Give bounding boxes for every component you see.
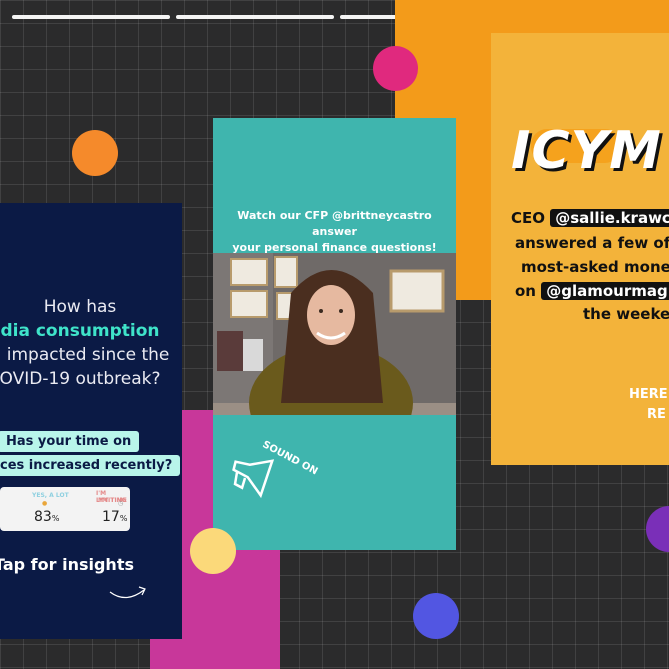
poll-value[interactable]: 17% <box>102 509 127 525</box>
megaphone-icon <box>232 459 275 499</box>
footer-text: HERE <box>629 387 668 402</box>
question-pill: Has your time on <box>0 431 140 452</box>
question-pill: ces increased recently? <box>0 455 181 476</box>
mention-tag[interactable]: @glamourmag <box>541 282 669 300</box>
poll-option-label: YES, A LOT <box>32 492 69 499</box>
story-card-icymi[interactable]: ICYM CEO @sallie.krawc answered a few of… <box>491 33 669 465</box>
yellow-dot <box>190 528 236 574</box>
headline: ICYM <box>511 121 662 181</box>
story-card-media-consumption[interactable]: How has dia consumption n impacted since… <box>0 203 182 639</box>
body-text: CEO <box>511 209 551 227</box>
poll-unit: % <box>119 514 128 523</box>
question-highlight: dia consumption <box>0 321 160 341</box>
poll-value-number: 83 <box>34 509 52 525</box>
body-line: on @glamourmag <box>515 282 669 300</box>
body-line: answered a few of <box>515 234 669 252</box>
body-text: on <box>515 282 542 300</box>
pink-dot <box>373 46 418 91</box>
video-caption: Watch our CFP @brittneycastro answer you… <box>213 208 456 256</box>
video-frame[interactable] <box>213 253 456 415</box>
mention-tag[interactable]: @sallie.krawc <box>550 209 669 227</box>
poll-unit: % <box>51 514 60 523</box>
poll-value-number: 17 <box>102 509 120 525</box>
footer-text: RE <box>647 407 666 422</box>
question-line: OVID-19 outbreak? <box>0 369 161 389</box>
sound-on-sticker: SOUND ON <box>215 424 319 513</box>
purple-dot <box>646 506 669 552</box>
orange-dot <box>72 130 118 176</box>
body-line: most-asked mone <box>521 258 669 276</box>
story-progress-2[interactable] <box>176 15 334 19</box>
poll-sticker[interactable]: YES, A LOT ● 83% I'M LIMITING MY TIME ◷ … <box>0 487 130 531</box>
question-line: n impacted since the <box>0 345 170 365</box>
poll-value[interactable]: 83% <box>34 509 59 525</box>
story-card-video[interactable]: Watch our CFP @brittneycastro answer you… <box>213 118 456 550</box>
blue-dot <box>413 593 459 639</box>
emoji-icon: ● <box>42 500 48 507</box>
question-line: How has <box>43 297 117 317</box>
body-line: CEO @sallie.krawc <box>511 209 669 227</box>
body-line: the weekend! <box>583 305 669 323</box>
presenter-video-still <box>213 253 456 415</box>
caption-line: Watch our CFP @brittneycastro answer <box>237 209 432 238</box>
question-text: How has dia consumption n impacted since… <box>0 295 170 391</box>
story-progress-1[interactable] <box>12 15 170 19</box>
arrow-icon <box>109 586 146 599</box>
tap-for-insights-cta[interactable]: Tap for insights <box>0 555 134 574</box>
clock-icon: ◷ <box>118 500 124 507</box>
